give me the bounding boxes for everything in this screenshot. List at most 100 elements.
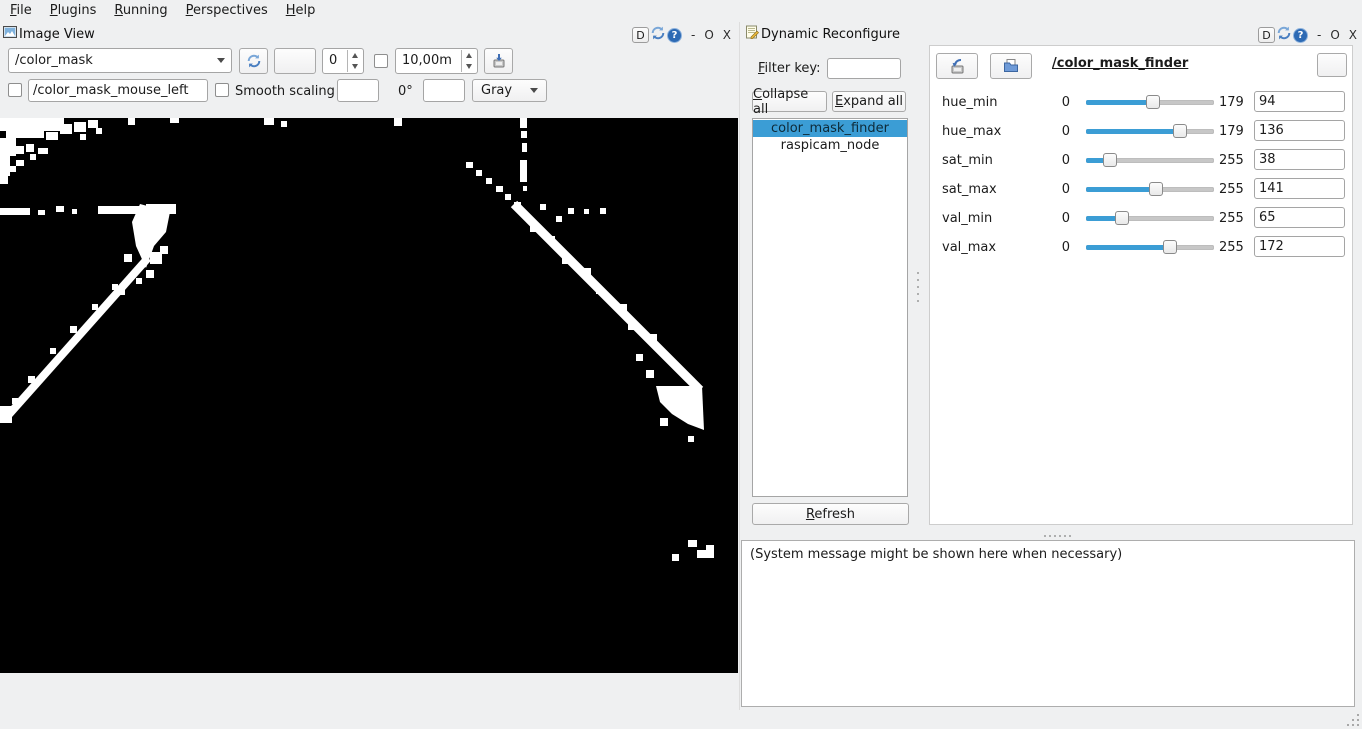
param-row: val_max0255 — [930, 233, 1352, 262]
spinner-arrows[interactable] — [347, 50, 362, 72]
pane-splitter-handle[interactable] — [917, 272, 919, 302]
param-max-label: 255 — [1219, 240, 1244, 255]
param-row: sat_max 0 255 — [930, 175, 1352, 204]
blank-button[interactable] — [274, 48, 316, 74]
param-min-label: 0 — [1030, 124, 1070, 139]
param-slider[interactable] — [1086, 182, 1214, 197]
menu-item-perspectives[interactable]: Perspectives — [186, 3, 268, 18]
param-slider[interactable] — [1086, 95, 1214, 110]
param-max-label: 179 — [1219, 95, 1244, 110]
dock-button[interactable]: D — [1258, 27, 1275, 43]
zoom-spinbox[interactable]: 0 — [322, 48, 364, 74]
menu-item-running[interactable]: Running — [114, 3, 167, 18]
param-slider-handle[interactable] — [1103, 153, 1117, 167]
menu-item-help[interactable]: Help — [286, 3, 316, 18]
publish-mouse-checkbox[interactable] — [8, 83, 22, 97]
param-max-label: 255 — [1219, 153, 1244, 168]
close-button[interactable]: X — [1349, 28, 1357, 42]
reload-plugin-icon[interactable] — [1276, 25, 1292, 45]
dynamic-range-checkbox[interactable] — [374, 54, 388, 68]
image-topic-value: /color_mask — [15, 53, 93, 68]
window-resize-grip[interactable] — [1345, 712, 1359, 726]
filter-key-label: Filter key: — [758, 61, 821, 76]
expand-all-button[interactable]: Expand all — [832, 91, 906, 112]
param-slider-handle[interactable] — [1149, 182, 1163, 196]
close-button[interactable]: X — [723, 28, 731, 42]
close-node-button[interactable] — [1317, 53, 1347, 77]
help-icon[interactable]: ? — [1293, 28, 1308, 43]
param-slider-handle[interactable] — [1163, 240, 1177, 254]
rotate-right-field[interactable] — [423, 79, 465, 102]
param-slider[interactable] — [1086, 240, 1214, 255]
image-view-icon — [3, 25, 17, 43]
param-row: hue_min 0 179 — [930, 88, 1352, 117]
color-scheme-combobox[interactable]: Gray — [472, 79, 547, 102]
minimize-button[interactable]: - — [691, 28, 695, 42]
param-name: val_max — [942, 240, 996, 255]
param-min-label: 0 — [1030, 182, 1070, 197]
image-topic-combobox[interactable]: /color_mask — [8, 48, 232, 73]
refresh-label: Refresh — [806, 507, 855, 522]
dock-splitter-handle[interactable] — [1044, 535, 1071, 537]
minimize-button[interactable]: - — [1317, 28, 1321, 42]
node-list-item[interactable]: raspicam_node — [753, 137, 907, 154]
smooth-scaling-label: Smooth scaling — [235, 84, 335, 99]
menu-item-plugins[interactable]: Plugins — [50, 3, 97, 18]
maximize-button[interactable]: O — [1330, 28, 1339, 42]
param-slider[interactable] — [1086, 153, 1214, 168]
chevron-down-icon — [530, 88, 538, 93]
max-range-spinbox[interactable]: 10,00m — [395, 48, 478, 74]
param-slider-handle[interactable] — [1115, 211, 1129, 225]
param-min-label: 0 — [1030, 211, 1070, 226]
dynamic-reconfigure-titlebar: Dynamic Reconfigure — [745, 24, 900, 44]
save-config-button[interactable] — [936, 53, 978, 79]
status-panel: (System message might be shown here when… — [741, 540, 1355, 707]
maximize-button[interactable]: O — [704, 28, 713, 42]
param-value-input[interactable] — [1254, 120, 1345, 141]
mouse-topic-field[interactable]: /color_mask_mouse_left — [28, 79, 208, 102]
param-name: hue_min — [942, 95, 998, 110]
param-slider-handle[interactable] — [1173, 124, 1187, 138]
node-name-title[interactable]: /color_mask_finder — [1052, 56, 1188, 71]
param-max-label: 255 — [1219, 182, 1244, 197]
refresh-topics-button[interactable] — [239, 48, 268, 74]
param-row: val_min 0 255 — [930, 204, 1352, 233]
param-value-input[interactable] — [1254, 236, 1345, 257]
filter-key-input[interactable] — [827, 58, 901, 79]
help-icon[interactable]: ? — [667, 28, 682, 43]
param-slider[interactable] — [1086, 211, 1214, 226]
menu-item-file[interactable]: File — [10, 3, 32, 18]
color-scheme-value: Gray — [481, 83, 512, 98]
parameter-panel: /color_mask_finder hue_min0179hue_max017… — [929, 45, 1353, 525]
camera-image-view[interactable] — [0, 118, 738, 673]
dock-button[interactable]: D — [632, 27, 649, 43]
node-list-item[interactable]: color_mask_finder — [753, 120, 907, 137]
param-name: val_min — [942, 211, 992, 226]
zoom-spinbox-value: 0 — [329, 53, 337, 68]
mask-shapes — [0, 118, 738, 673]
menu-bar: File Plugins Running Perspectives Help — [0, 0, 1362, 21]
param-value-input[interactable] — [1254, 207, 1345, 228]
param-max-label: 179 — [1219, 124, 1244, 139]
save-image-button[interactable] — [484, 48, 513, 74]
image-view-title: Image View — [19, 27, 95, 42]
param-slider-handle[interactable] — [1146, 95, 1160, 109]
refresh-nodes-button[interactable]: Refresh — [752, 503, 909, 525]
dynamic-reconfigure-icon — [745, 25, 759, 43]
open-config-button[interactable] — [990, 53, 1032, 79]
node-list[interactable]: color_mask_finderraspicam_node — [752, 118, 908, 497]
collapse-all-button[interactable]: Collapse all — [752, 91, 827, 112]
param-min-label: 0 — [1030, 95, 1070, 110]
param-value-input[interactable] — [1254, 91, 1345, 112]
spinner-arrows[interactable] — [461, 50, 476, 72]
param-name: sat_max — [942, 182, 997, 197]
smooth-scaling-checkbox[interactable] — [215, 83, 229, 97]
reload-plugin-icon[interactable] — [650, 25, 666, 45]
param-slider[interactable] — [1086, 124, 1214, 139]
dock-separator[interactable] — [739, 22, 740, 710]
chevron-down-icon — [217, 58, 225, 63]
rotate-left-field[interactable] — [337, 79, 379, 102]
param-max-label: 255 — [1219, 211, 1244, 226]
param-value-input[interactable] — [1254, 178, 1345, 199]
param-value-input[interactable] — [1254, 149, 1345, 170]
